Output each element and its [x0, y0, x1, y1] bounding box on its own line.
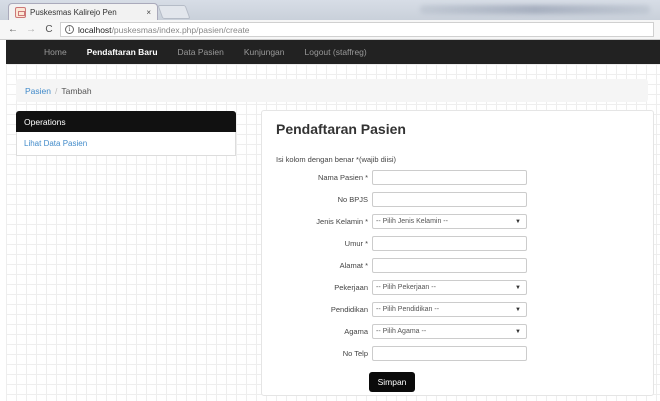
tab-close-icon[interactable]: × — [146, 8, 151, 17]
alamat-input[interactable] — [372, 258, 527, 273]
label-pekerjaan: Pekerjaan — [334, 283, 368, 292]
form-hint: Isi kolom dengan benar *(wajib diisi) — [276, 155, 397, 164]
breadcrumb-current: Tambah — [61, 85, 92, 96]
chevron-down-icon: ▼ — [515, 329, 521, 335]
simpan-button[interactable]: Simpan — [369, 372, 415, 392]
page-content: Pasien / Tambah Operations Lihat Data Pa… — [6, 64, 660, 401]
no-bpjs-input[interactable] — [372, 192, 527, 207]
label-agama: Agama — [344, 327, 368, 336]
browser-toolbar: ← → C i localhost /puskesmas/index.php/p… — [0, 20, 660, 40]
url-path: /puskesmas/index.php/pasien/create — [111, 24, 250, 35]
registration-form-panel: Pendaftaran Pasien Isi kolom dengan bena… — [261, 110, 654, 396]
no-telp-input[interactable] — [372, 346, 527, 361]
main-navbar: Home Pendaftaran Baru Data Pasien Kunjun… — [6, 40, 660, 64]
back-arrow-icon[interactable]: ← — [6, 23, 20, 37]
chevron-down-icon: ▼ — [515, 285, 521, 291]
label-nama-pasien: Nama Pasien * — [317, 173, 368, 182]
breadcrumb-pasien[interactable]: Pasien — [25, 86, 51, 96]
pendidikan-value: -- Pilih Pendidikan -- — [376, 306, 440, 313]
agama-select[interactable]: -- Pilih Agama -- ▼ — [372, 324, 527, 339]
label-alamat: Alamat * — [339, 261, 368, 270]
tab-title: Puskesmas Kalirejo Pen — [30, 7, 117, 17]
sidebar-heading: Operations — [16, 111, 236, 132]
label-no-telp: No Telp — [342, 349, 368, 358]
nav-logout[interactable]: Logout (staffreg) — [305, 47, 367, 57]
operations-sidebar: Operations Lihat Data Pasien — [16, 111, 236, 156]
browser-tab-strip: Puskesmas Kalirejo Pen × — [0, 0, 660, 20]
pekerjaan-value: -- Pilih Pekerjaan -- — [376, 284, 436, 291]
pendidikan-select[interactable]: -- Pilih Pendidikan -- ▼ — [372, 302, 527, 317]
chevron-down-icon: ▼ — [515, 219, 521, 225]
address-bar[interactable]: i localhost /puskesmas/index.php/pasien/… — [60, 22, 654, 37]
form-title: Pendaftaran Pasien — [276, 121, 406, 137]
reload-icon[interactable]: C — [42, 23, 56, 37]
breadcrumb: Pasien / Tambah — [16, 79, 648, 102]
nama-pasien-input[interactable] — [372, 170, 527, 185]
forward-arrow-icon[interactable]: → — [24, 23, 38, 37]
label-pendidikan: Pendidikan — [330, 305, 368, 314]
breadcrumb-separator: / — [55, 85, 58, 96]
url-host: localhost — [78, 24, 112, 35]
nav-kunjungan[interactable]: Kunjungan — [244, 47, 285, 57]
nav-pendaftaran-baru[interactable]: Pendaftaran Baru — [87, 47, 158, 57]
sidebar-item-lihat-data-pasien[interactable]: Lihat Data Pasien — [16, 132, 236, 156]
pekerjaan-select[interactable]: -- Pilih Pekerjaan -- ▼ — [372, 280, 527, 295]
jenis-kelamin-select[interactable]: -- Pilih Jenis Kelamin -- ▼ — [372, 214, 527, 229]
label-jenis-kelamin: Jenis Kelamin * — [316, 217, 368, 226]
umur-input[interactable] — [372, 236, 527, 251]
label-umur: Umur * — [344, 239, 368, 248]
favicon-icon — [15, 6, 26, 18]
jenis-kelamin-value: -- Pilih Jenis Kelamin -- — [376, 218, 448, 225]
nav-data-pasien[interactable]: Data Pasien — [178, 47, 224, 57]
new-tab-button[interactable] — [157, 5, 191, 19]
label-no-bpjs: No BPJS — [337, 195, 368, 204]
nav-home[interactable]: Home — [44, 47, 67, 57]
blurred-window-title — [420, 5, 650, 14]
chevron-down-icon: ▼ — [515, 307, 521, 313]
browser-tab[interactable]: Puskesmas Kalirejo Pen × — [8, 3, 158, 20]
info-icon[interactable]: i — [65, 25, 74, 34]
agama-value: -- Pilih Agama -- — [376, 328, 427, 335]
